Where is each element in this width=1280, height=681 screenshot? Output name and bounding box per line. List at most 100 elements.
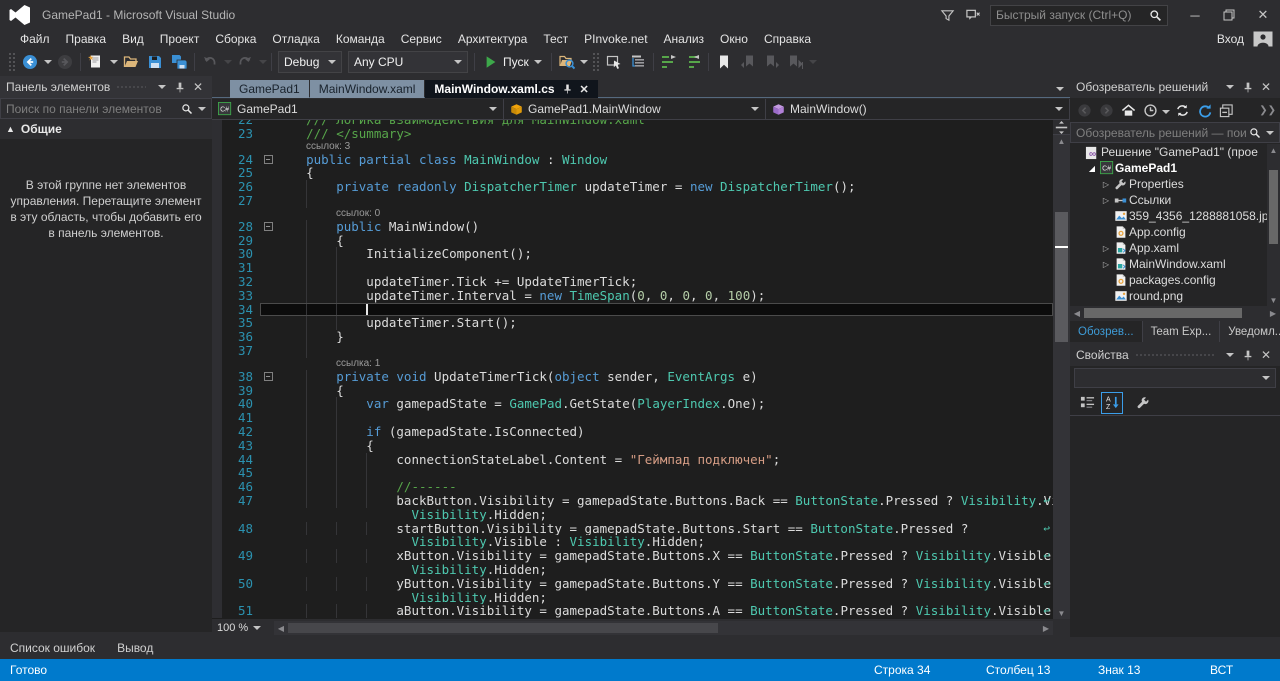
bookmark-prev-icon[interactable] (736, 50, 760, 74)
search-options-caret-icon[interactable] (1266, 131, 1274, 135)
fold-margin[interactable]: − (260, 153, 276, 167)
tab-gamepad1[interactable]: GamePad1 (230, 80, 309, 98)
menu-item-help[interactable]: Справка (756, 30, 819, 48)
tree-item-359_4356_1288881058.jp[interactable]: 359_4356_1288881058.jp (1070, 208, 1280, 224)
minimize-button[interactable]: ─ (1178, 2, 1212, 28)
indent-comment-icon[interactable] (657, 50, 681, 74)
events-wrench-icon[interactable] (1132, 392, 1154, 414)
scroll-down-icon[interactable]: ▼ (1053, 607, 1070, 619)
window-menu-caret-icon[interactable] (1222, 347, 1238, 363)
scroll-up-icon[interactable]: ▲ (1053, 135, 1070, 147)
menu-item-test[interactable]: Тест (535, 30, 576, 48)
open-folder-icon[interactable] (119, 50, 143, 74)
feedback-icon[interactable] (960, 2, 986, 28)
redo-icon[interactable] (233, 50, 257, 74)
solution-search-input[interactable]: Обозреватель решений — пои (1070, 122, 1280, 143)
categorized-icon[interactable] (1076, 392, 1098, 414)
chevron-down-icon[interactable] (1162, 103, 1170, 117)
expander-closed-icon[interactable]: ▷ (1100, 196, 1112, 205)
fold-margin[interactable]: − (260, 370, 276, 384)
breadcrumb-1[interactable]: GamePad1.MainWindow (504, 99, 766, 119)
close-icon[interactable]: ✕ (1258, 347, 1274, 363)
outdent-comment-icon[interactable] (681, 50, 705, 74)
back-icon[interactable] (1074, 100, 1094, 120)
pin-icon[interactable] (172, 79, 188, 95)
scroll-right-icon[interactable]: ▶ (1266, 306, 1280, 320)
scrollbar-thumb[interactable] (1269, 170, 1278, 244)
close-icon[interactable]: ✕ (1258, 79, 1274, 95)
window-menu-caret-icon[interactable] (154, 79, 170, 95)
navigate-cursor-icon[interactable] (602, 50, 626, 74)
breadcrumb-2[interactable]: MainWindow() (766, 99, 1070, 119)
collapse-all-icon[interactable] (1216, 100, 1236, 120)
tree-item-mainwindow.xaml[interactable]: ▷MainWindow.xaml (1070, 256, 1280, 272)
search-options-caret-icon[interactable] (198, 107, 206, 111)
configuration-select[interactable]: Debug (278, 51, 342, 73)
scrollbar-thumb[interactable] (288, 623, 718, 633)
dock-tab-team-exp-[interactable]: Team Exp... (1143, 321, 1221, 342)
find-in-files-icon[interactable] (555, 50, 579, 74)
bottom-tab-вывод[interactable]: Вывод (117, 641, 153, 655)
tree-item-gamepad1[interactable]: ◢C#GamePad1 (1070, 160, 1280, 176)
history-icon[interactable] (1140, 100, 1160, 120)
home-icon[interactable] (1118, 100, 1138, 120)
menu-item-team[interactable]: Команда (328, 30, 393, 48)
menu-item-edit[interactable]: Правка (58, 30, 115, 48)
expander-closed-icon[interactable]: ▷ (1100, 260, 1112, 269)
nav-back-icon[interactable] (18, 50, 42, 74)
dropdown-caret-icon[interactable] (108, 50, 119, 74)
tree-item-properties[interactable]: ▷Properties (1070, 176, 1280, 192)
menu-item-window[interactable]: Окно (712, 30, 756, 48)
tab-mainwindow.xaml[interactable]: MainWindow.xaml (310, 80, 425, 98)
menu-item-architecture[interactable]: Архитектура (450, 30, 536, 48)
bottom-tab-список-ошибок[interactable]: Список ошибок (10, 641, 95, 655)
scrollbar-thumb[interactable] (1084, 308, 1242, 318)
menu-item-pinvoke-net[interactable]: PInvoke.net (576, 30, 655, 48)
sign-in-link[interactable]: Вход (1217, 32, 1244, 46)
dropdown-caret-icon[interactable] (42, 50, 53, 74)
scroll-up-icon[interactable]: ▲ (1267, 144, 1280, 156)
tab-overflow-caret-icon[interactable] (1056, 87, 1064, 91)
pin-icon[interactable] (1240, 347, 1256, 363)
close-icon[interactable]: ✕ (190, 79, 206, 95)
menu-item-debug[interactable]: Отладка (264, 30, 327, 48)
pin-icon[interactable] (1240, 79, 1256, 95)
properties-object-select[interactable] (1074, 368, 1276, 388)
expander-closed-icon[interactable]: ▷ (1100, 244, 1112, 253)
tree-vertical-scrollbar[interactable]: ▲ ▼ (1267, 144, 1280, 306)
tree-item-app.config[interactable]: App.config (1070, 224, 1280, 240)
start-debug-button[interactable]: Пуск (478, 50, 548, 74)
menu-item-build[interactable]: Сборка (207, 30, 264, 48)
close-button[interactable]: ✕ (1246, 2, 1280, 28)
tree-horizontal-scrollbar[interactable]: ◀ ▶ (1070, 306, 1280, 320)
undo-icon[interactable] (198, 50, 222, 74)
toolbar-overflow-icon[interactable]: ❯❯ (1259, 105, 1276, 116)
bookmark-next-icon[interactable] (760, 50, 784, 74)
nav-forward-icon[interactable] (53, 50, 77, 74)
close-icon[interactable]: ✕ (580, 83, 589, 96)
dropdown-caret-icon[interactable] (579, 50, 590, 74)
collapse-box-icon[interactable]: − (264, 372, 273, 381)
scrollbar-thumb[interactable] (1055, 212, 1068, 342)
user-avatar[interactable] (1252, 31, 1274, 48)
pin-icon[interactable] (562, 83, 573, 95)
breadcrumb-0[interactable]: C#GamePad1 (212, 99, 504, 119)
editor-vertical-scrollbar[interactable]: ▲ ▼ (1053, 120, 1070, 619)
toolbox-search-input[interactable]: Поиск по панели элементов (0, 98, 212, 119)
scroll-left-icon[interactable]: ◀ (274, 621, 288, 635)
collapse-box-icon[interactable]: − (264, 155, 273, 164)
menu-item-file[interactable]: Файл (12, 30, 58, 48)
az-sort-icon[interactable]: AZ (1101, 392, 1123, 414)
code-editor[interactable]: 22 /// Логика взаимодействия для MainWin… (212, 120, 1070, 619)
dropdown-caret-icon[interactable] (808, 50, 819, 74)
collapse-box-icon[interactable]: − (264, 222, 273, 231)
toolbar-grip[interactable] (592, 52, 600, 72)
tab-mainwindow.xaml.cs[interactable]: MainWindow.xaml.cs✕ (425, 80, 597, 98)
menu-item-view[interactable]: Вид (114, 30, 152, 48)
tree-item-ссылки[interactable]: ▷Ссылки (1070, 192, 1280, 208)
forward-icon[interactable] (1096, 100, 1116, 120)
quick-launch-input[interactable]: Быстрый запуск (Ctrl+Q) (990, 5, 1168, 26)
dock-tab-уведомл-[interactable]: Уведомл... (1220, 321, 1280, 342)
editor-zoom-select[interactable]: 100 % (212, 619, 274, 637)
tree-item-packages.config[interactable]: packages.config (1070, 272, 1280, 288)
